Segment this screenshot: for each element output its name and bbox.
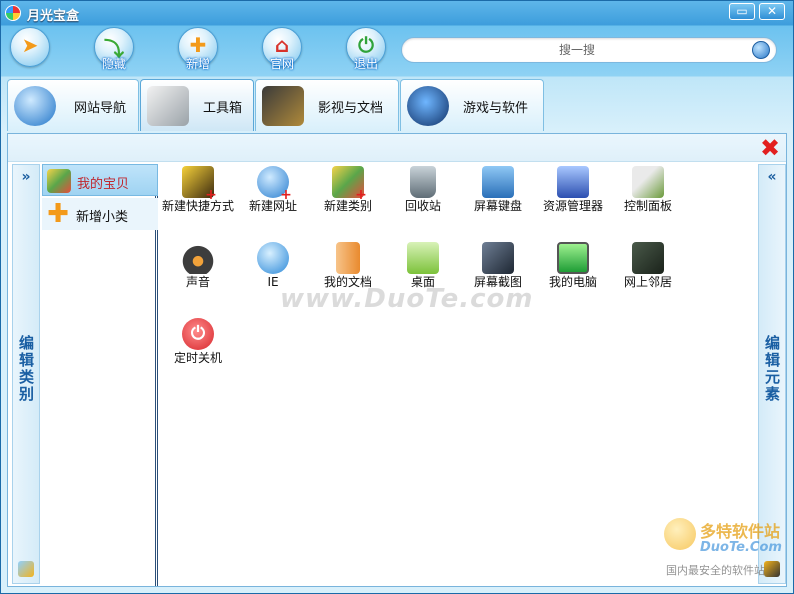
item-network[interactable]: 网上邻居 <box>611 240 685 312</box>
edit-categories-label: 编辑类别 <box>17 335 35 403</box>
item-label: 新建类别 <box>323 199 372 213</box>
tab-toolbox[interactable]: 工具箱 <box>140 79 254 131</box>
tab-games-software[interactable]: 游戏与软件 <box>400 79 544 131</box>
exit-button[interactable]: ⏻ 退出 <box>341 27 391 75</box>
tab-label: 影视与文档 <box>318 101 384 116</box>
item-label: 资源管理器 <box>542 199 603 213</box>
collapse-arrow-icon[interactable]: « <box>759 169 785 185</box>
add-label: 新增 <box>185 57 210 71</box>
item-label: 新建网址 <box>248 199 297 213</box>
item-label: 网上邻居 <box>623 275 672 289</box>
tab-website-nav[interactable]: 网站导航 <box>7 79 139 131</box>
hide-button[interactable]: ⤵ 隐藏 <box>89 27 139 75</box>
item-label: 屏幕键盘 <box>473 199 522 213</box>
main-window: 月光宝盒 ▭ ✕ ➤ ⤵ 隐藏 ✚ 新增 ⌂ 官网 ⏻ 退出 搜一搜 网站导航 … <box>0 0 794 594</box>
category-item-my-treasures[interactable]: 我的宝贝 <box>42 164 158 196</box>
pin-glyph: ➤ <box>21 33 39 57</box>
windows-logo-icon <box>407 86 449 126</box>
ie-globe-icon <box>14 86 56 126</box>
desktop-icon <box>407 242 439 274</box>
toolbox-icon <box>147 86 189 126</box>
category-label: 新增小类 <box>76 210 129 225</box>
new-url-icon: + <box>257 166 292 202</box>
category-item-add-subcategory[interactable]: ✚ 新增小类 <box>42 198 158 230</box>
search-input[interactable] <box>412 41 742 59</box>
app-logo-icon <box>5 5 21 21</box>
item-label: 新建快捷方式 <box>161 199 234 213</box>
exit-glyph: ⏻ <box>358 33 374 57</box>
title-bar[interactable]: 月光宝盒 ▭ ✕ <box>1 1 793 25</box>
watermark-text: www.DuoTe.com <box>280 284 534 314</box>
item-onscreen-keyboard[interactable]: 屏幕键盘 <box>461 164 535 236</box>
content-panel: ✖ » 编辑类别 我的宝贝 ✚ 新增小类 + 新建快捷方式 + 新建网址 + 新… <box>7 133 787 587</box>
category-list: 我的宝贝 ✚ 新增小类 <box>40 164 158 586</box>
watermark-logo: 多特软件站 DuoTe.Com 国内最安全的软件站 <box>658 514 784 584</box>
add-glyph: ✚ <box>189 33 207 57</box>
item-timed-shutdown[interactable]: ⏻ 定时关机 <box>161 316 235 388</box>
category-settings-icon[interactable] <box>18 561 34 577</box>
toolbar: ➤ ⤵ 隐藏 ✚ 新增 ⌂ 官网 ⏻ 退出 <box>1 25 793 77</box>
network-icon <box>632 242 664 274</box>
item-new-shortcut[interactable]: + 新建快捷方式 <box>161 164 235 236</box>
my-computer-icon <box>557 242 589 274</box>
tab-bar: 网站导航 工具箱 影视与文档 游戏与软件 <box>7 79 787 133</box>
item-label: 我的电脑 <box>548 275 597 289</box>
website-button[interactable]: ⌂ 官网 <box>257 27 307 75</box>
tab-label: 游戏与软件 <box>463 101 529 116</box>
my-documents-icon <box>336 242 360 274</box>
control-panel-icon <box>632 166 664 198</box>
add-category-icon: ✚ <box>47 199 69 229</box>
headphones-icon <box>182 242 214 274</box>
onscreen-keyboard-icon <box>482 166 514 198</box>
item-explorer[interactable]: 资源管理器 <box>536 164 610 236</box>
tab-media-docs[interactable]: 影视与文档 <box>255 79 399 131</box>
recycle-bin-icon <box>410 166 436 198</box>
website-label: 官网 <box>269 57 294 71</box>
delete-icon[interactable]: ✖ <box>758 136 782 160</box>
add-button[interactable]: ✚ 新增 <box>173 27 223 75</box>
hide-label: 隐藏 <box>101 57 126 71</box>
watermark-logo-title: 多特软件站 <box>700 522 781 541</box>
expand-arrow-icon[interactable]: » <box>13 169 39 185</box>
item-label: 定时关机 <box>173 351 222 365</box>
close-button[interactable]: ✕ <box>759 3 785 20</box>
item-label: 声音 <box>185 275 210 289</box>
item-label: 回收站 <box>404 199 441 213</box>
explorer-icon <box>557 166 589 198</box>
exit-label: 退出 <box>353 57 378 71</box>
pin-button[interactable]: ➤ <box>5 27 55 75</box>
screenshot-icon <box>482 242 514 274</box>
window-title: 月光宝盒 <box>27 9 80 24</box>
search-box <box>401 37 777 63</box>
item-new-url[interactable]: + 新建网址 <box>236 164 310 236</box>
content-header: ✖ <box>8 134 786 162</box>
treasure-box-icon <box>47 169 71 193</box>
minimize-button[interactable]: ▭ <box>729 3 755 20</box>
item-new-category[interactable]: + 新建类别 <box>311 164 385 236</box>
new-category-icon: + <box>332 166 367 202</box>
home-glyph: ⌂ <box>274 33 290 57</box>
media-docs-icon <box>262 86 304 126</box>
timed-shutdown-icon: ⏻ <box>182 318 214 350</box>
category-label: 我的宝贝 <box>77 177 130 192</box>
item-recycle-bin[interactable]: 回收站 <box>386 164 460 236</box>
duote-logo-icon <box>664 518 696 550</box>
edit-elements-label: 编辑元素 <box>763 335 781 403</box>
item-my-computer[interactable]: 我的电脑 <box>536 240 610 312</box>
watermark-logo-domain: DuoTe.Com <box>700 540 782 555</box>
search-icon[interactable] <box>752 41 770 59</box>
ie-icon <box>257 242 289 274</box>
tab-label: 工具箱 <box>203 101 243 116</box>
watermark-logo-slogan: 国内最安全的软件站 <box>666 564 765 577</box>
item-label: 控制面板 <box>623 199 672 213</box>
item-sound[interactable]: 声音 <box>161 240 235 312</box>
item-control-panel[interactable]: 控制面板 <box>611 164 685 236</box>
new-shortcut-icon: + <box>182 166 217 202</box>
tab-label: 网站导航 <box>74 101 127 116</box>
edit-categories-strip[interactable]: » 编辑类别 <box>12 164 40 584</box>
